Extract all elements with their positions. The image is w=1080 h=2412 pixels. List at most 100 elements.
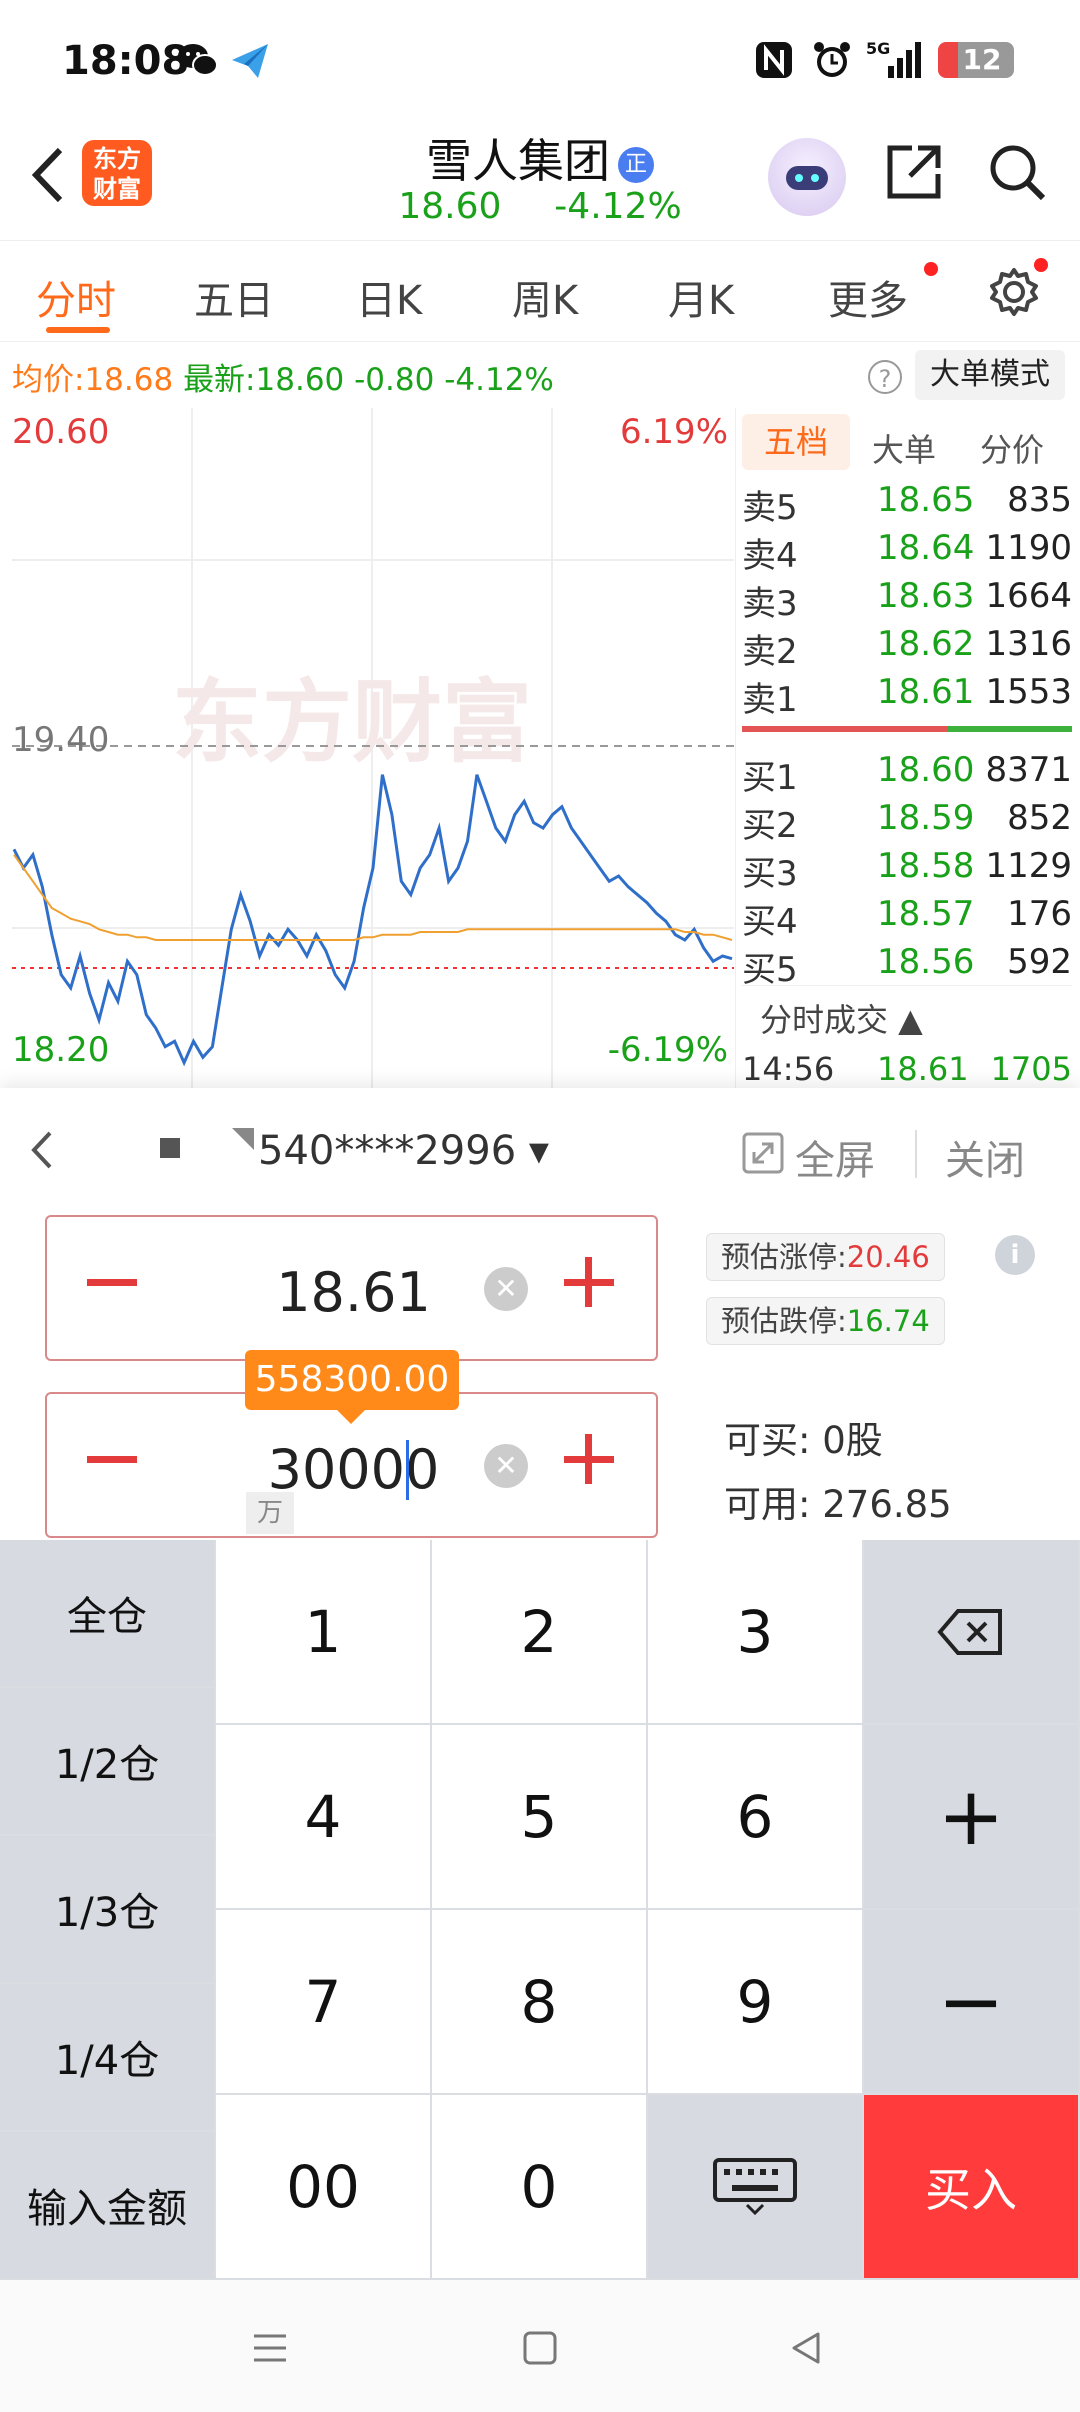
backspace-key[interactable] — [864, 1540, 1080, 1725]
settings-gear-icon[interactable] — [986, 264, 1042, 320]
fullscreen-icon[interactable] — [740, 1130, 786, 1176]
chevron-left-icon — [31, 1131, 52, 1169]
share-icon[interactable] — [882, 140, 946, 204]
status-bar: 18:08 5G 12 — [0, 0, 1080, 120]
tab-more[interactable]: 更多 — [828, 268, 908, 326]
avg-label: 均价: — [12, 362, 85, 398]
ticks-title[interactable]: 分时成交 ▲ — [760, 995, 923, 1041]
key-half-position[interactable]: 1/2仓 — [0, 1688, 216, 1836]
backspace-icon — [937, 1608, 1002, 1655]
stock-name: 雪人集团 — [426, 134, 610, 188]
unit-wan-tag: 万 — [246, 1492, 294, 1534]
price-clear-icon[interactable]: ✕ — [484, 1267, 528, 1311]
ask-row[interactable]: 卖5 18.65 835 — [742, 480, 1072, 528]
tab-weekly-k[interactable]: 周K — [512, 268, 578, 326]
search-icon[interactable] — [985, 140, 1049, 204]
key-6[interactable]: 6 — [648, 1725, 864, 1910]
avg-value: 18.68 — [84, 362, 174, 398]
price-value[interactable]: 18.61 — [47, 1261, 660, 1324]
key-7[interactable]: 7 — [216, 1910, 432, 2095]
chart-watermark: 东方财富 — [172, 673, 532, 773]
big-order-mode-button[interactable]: 大单模式 — [915, 350, 1065, 400]
latest-change-pct: -4.12% — [444, 362, 554, 398]
key-enter-amount[interactable]: 输入金额 — [0, 2132, 216, 2280]
bid-row[interactable]: 买1 18.60 8371 — [742, 750, 1072, 798]
intraday-chart[interactable]: 东方财富 20.60 6.19% 19.40 18.20 -6.19% — [12, 408, 734, 1088]
key-9[interactable]: 9 — [648, 1910, 864, 2095]
ask-row[interactable]: 卖1 18.61 1553 — [742, 672, 1072, 720]
limit-up-box: 预估涨停:20.46 — [706, 1233, 945, 1281]
bid-row[interactable]: 买4 18.57 176 — [742, 894, 1072, 942]
back-nav-icon[interactable] — [786, 2328, 826, 2368]
key-00[interactable]: 00 — [216, 2095, 432, 2280]
header-change-pct: -4.12% — [554, 186, 682, 227]
latest-value: 18.60 — [255, 362, 345, 398]
info-icon[interactable]: i — [995, 1235, 1035, 1275]
bid-row[interactable]: 买5 18.56 592 — [742, 942, 1072, 990]
key-quarter-position[interactable]: 1/4仓 — [0, 1984, 216, 2132]
limit-down-box: 预估跌停:16.74 — [706, 1297, 945, 1345]
wechat-icon — [176, 38, 220, 82]
account-masked-square — [160, 1138, 180, 1158]
key-plus[interactable]: + — [864, 1725, 1080, 1910]
limit-down-value: 16.74 — [846, 1304, 930, 1338]
more-notification-dot — [924, 262, 938, 276]
badge-zheng: 正 — [618, 146, 654, 183]
keyboard-icon — [713, 2157, 797, 2215]
battery-icon: 12 — [938, 42, 1014, 78]
tab-monthly-k[interactable]: 月K — [668, 268, 734, 326]
limit-down-label: 预估跌停: — [721, 1304, 847, 1338]
text-cursor — [406, 1440, 409, 1500]
key-third-position[interactable]: 1/3仓 — [0, 1836, 216, 1984]
latest-change: -0.80 — [354, 362, 435, 398]
ob-tab-five-levels[interactable]: 五档 — [742, 414, 850, 470]
ob-tab-price-dist[interactable]: 分价 — [980, 425, 1044, 471]
account-back-button[interactable] — [22, 1125, 62, 1175]
key-1[interactable]: 1 — [216, 1540, 432, 1725]
key-5[interactable]: 5 — [432, 1725, 648, 1910]
tab-five-day[interactable]: 五日 — [194, 268, 274, 326]
robot-assistant-icon[interactable] — [768, 138, 846, 216]
fullscreen-button[interactable]: 全屏 — [795, 1128, 875, 1186]
ob-tab-big-orders[interactable]: 大单 — [872, 425, 936, 471]
key-full-position[interactable]: 全仓 — [0, 1540, 216, 1688]
nfc-icon — [752, 38, 796, 82]
latest-label: 最新: — [183, 362, 256, 398]
buy-button[interactable]: 买入 — [864, 2095, 1080, 2280]
bid-row[interactable]: 买2 18.59 852 — [742, 798, 1072, 846]
amount-tooltip: 558300.00 — [245, 1350, 459, 1424]
help-icon[interactable]: ? — [868, 360, 902, 394]
tab-intraday[interactable]: 分时 — [36, 268, 116, 326]
alarm-icon — [810, 38, 854, 82]
key-minus[interactable]: − — [864, 1910, 1080, 2095]
account-selector[interactable]: 540****2996 ▾ — [258, 1128, 549, 1174]
key-4[interactable]: 4 — [216, 1725, 432, 1910]
qty-plus-button-v[interactable] — [585, 1434, 592, 1484]
key-3[interactable]: 3 — [648, 1540, 864, 1725]
close-button[interactable]: 关闭 — [945, 1128, 1025, 1186]
qty-value[interactable]: 30000 — [47, 1438, 660, 1501]
menu-icon[interactable] — [250, 2328, 290, 2368]
bid-row[interactable]: 买3 18.58 1129 — [742, 846, 1072, 894]
ask-row[interactable]: 卖4 18.64 1190 — [742, 528, 1072, 576]
qty-clear-icon[interactable]: ✕ — [484, 1444, 528, 1488]
key-2[interactable]: 2 — [432, 1540, 648, 1725]
home-icon[interactable] — [520, 2328, 560, 2368]
send-app-icon — [228, 38, 272, 82]
tab-daily-k[interactable]: 日K — [356, 268, 422, 326]
ask-row[interactable]: 卖2 18.62 1316 — [742, 624, 1072, 672]
info-row: 均价:18.68 最新:18.60 -0.80 -4.12% — [12, 354, 554, 399]
price-input[interactable]: 18.61 ✕ — [45, 1215, 658, 1361]
ask-row[interactable]: 卖3 18.63 1664 — [742, 576, 1072, 624]
limit-up-label: 预估涨停: — [721, 1240, 847, 1274]
hide-keyboard-key[interactable] — [648, 2095, 864, 2280]
status-time: 18:08 — [62, 38, 190, 84]
price-plus-button-v[interactable] — [585, 1257, 592, 1307]
svg-text:5G: 5G — [866, 39, 890, 58]
key-0[interactable]: 0 — [432, 2095, 648, 2280]
chart-top-price: 20.60 — [12, 412, 110, 452]
header-price: 18.60 — [398, 186, 502, 227]
can-use: 可用: 276.85 — [724, 1483, 952, 1526]
key-8[interactable]: 8 — [432, 1910, 648, 2095]
can-buy: 可买: 0股 — [724, 1419, 883, 1462]
